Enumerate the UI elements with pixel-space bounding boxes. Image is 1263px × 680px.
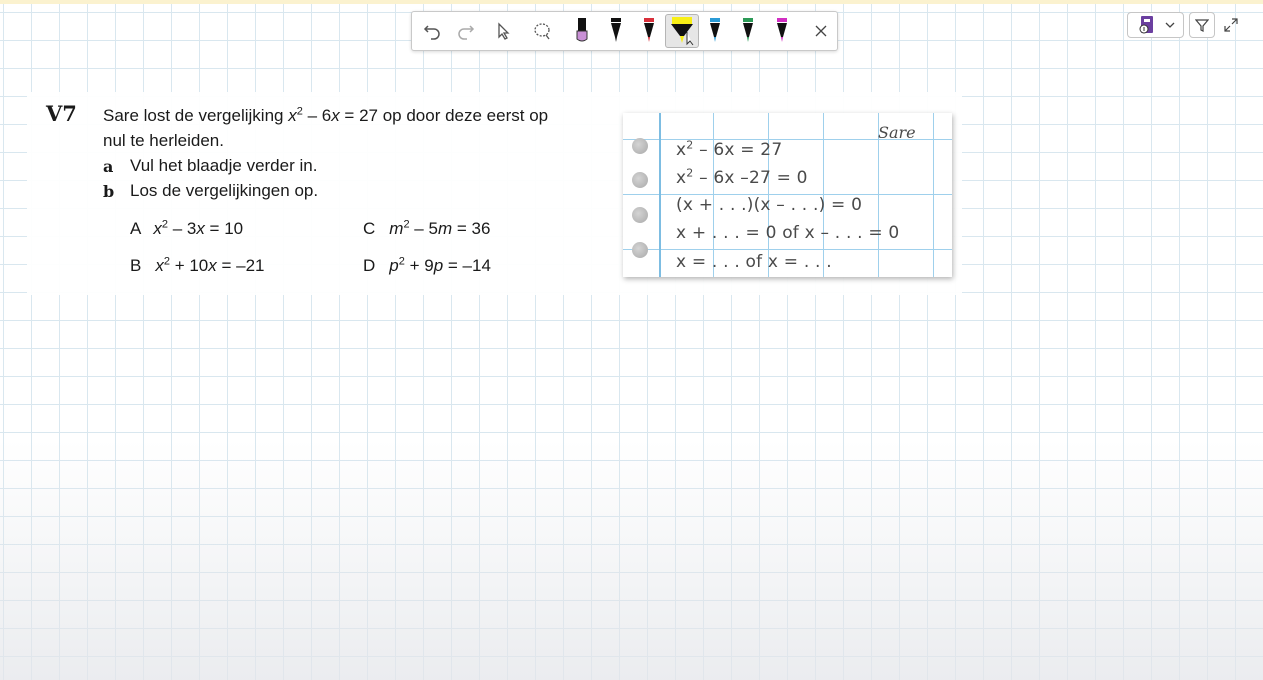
- pen-magenta-icon: [777, 18, 787, 42]
- undo-icon: [423, 25, 440, 40]
- redo-icon: [458, 25, 475, 40]
- notebook-paper-image: Sare x2 – 6x = 27 x2 – 6x –27 = 0 (x + .…: [623, 113, 952, 277]
- handwritten-variable: x: [676, 140, 687, 160]
- exercise-intro-line2: nul te herleiden.: [103, 131, 224, 150]
- equation-mid: – 5: [409, 219, 438, 238]
- margin-line: [659, 113, 661, 277]
- highlighter-yellow-icon: [671, 17, 694, 46]
- ink-toolbar: [411, 11, 838, 51]
- equation-var2: m: [437, 219, 453, 238]
- paper-line-4: x + . . . = 0 of x – . . . = 0: [676, 223, 900, 243]
- pen-green-icon: [743, 18, 753, 42]
- part-b-text: Los de vergelijkingen op.: [130, 181, 319, 200]
- expand-icon: [1224, 18, 1238, 32]
- paper-line-5: x = . . . of x = . . .: [676, 252, 832, 272]
- equation-rest: = –14: [443, 256, 491, 275]
- equation-A: Ax2 – 3x = 10: [130, 219, 243, 239]
- pen-black-button[interactable]: [604, 12, 628, 50]
- lasso-icon: [534, 23, 550, 40]
- equation-label: A: [130, 219, 142, 238]
- equation-rest: = 10: [204, 219, 244, 238]
- top-accent-strip: [0, 0, 1263, 4]
- redo-button[interactable]: [452, 12, 480, 50]
- notebook-icon: [1139, 16, 1153, 34]
- paper-line-1: x2 – 6x = 27: [676, 139, 783, 160]
- paper-line-2: x2 – 6x –27 = 0: [676, 167, 808, 188]
- handwritten-rest: – 6x –27 = 0: [693, 168, 808, 188]
- grid-line: [623, 249, 952, 250]
- equation-B: Bx2 + 10x = –21: [130, 256, 265, 276]
- punch-hole: [632, 138, 648, 154]
- equation-label: D: [363, 256, 376, 275]
- pen-green-button[interactable]: [736, 12, 760, 50]
- lasso-tool-button[interactable]: [527, 12, 557, 50]
- pen-red-icon: [644, 18, 654, 42]
- paper-line-3: (x + . . .)(x – . . .) = 0: [676, 195, 863, 215]
- punch-hole: [632, 207, 648, 223]
- intro-eq-middle: – 6: [302, 106, 332, 125]
- handwritten-variable: x: [676, 168, 687, 188]
- equation-var: x: [153, 219, 162, 238]
- part-a-letter: a: [103, 157, 114, 176]
- equation-var2: x: [208, 256, 217, 275]
- pen-lilac-icon: [576, 18, 588, 42]
- pen-blue-icon: [710, 18, 720, 42]
- equation-mid: + 9: [404, 256, 434, 275]
- equation-mid: – 3: [167, 219, 197, 238]
- equation-label: C: [363, 219, 376, 238]
- equation-rest: = 36: [452, 219, 491, 238]
- intro-eq-rest: = 27 op door deze eerst op: [339, 106, 549, 125]
- close-toolbar-button[interactable]: [808, 12, 834, 50]
- pen-blue-button[interactable]: [703, 12, 727, 50]
- equation-C: Cm2 – 5m = 36: [363, 219, 490, 239]
- intro-text: Sare lost de vergelijking: [103, 106, 289, 125]
- notebook-dropdown-button[interactable]: [1127, 12, 1184, 38]
- equation-var2: p: [433, 256, 444, 275]
- equation-var: m: [389, 219, 404, 238]
- equation-var: p: [389, 256, 399, 275]
- paper-name: Sare: [878, 123, 916, 142]
- equation-var: x: [155, 256, 164, 275]
- select-icon: [498, 22, 510, 40]
- select-tool-button[interactable]: [490, 12, 518, 50]
- equation-label: B: [130, 256, 142, 275]
- handwritten-rest: – 6x = 27: [693, 140, 783, 160]
- exercise-intro-line1: Sare lost de vergelijking x2 – 6x = 27 o…: [103, 106, 548, 126]
- expand-button[interactable]: [1222, 16, 1240, 34]
- filter-button[interactable]: [1189, 12, 1215, 38]
- part-a-text: Vul het blaadje verder in.: [130, 156, 318, 175]
- pen-magenta-button[interactable]: [770, 12, 794, 50]
- intro-variable2: x: [331, 106, 340, 125]
- chevron-down-icon: [1165, 22, 1174, 28]
- equation-D: Dp2 + 9p = –14: [363, 256, 491, 276]
- intro-variable: x: [288, 106, 297, 125]
- punch-hole: [632, 172, 648, 188]
- part-b-letter: b: [103, 182, 115, 201]
- filter-icon: [1195, 19, 1209, 32]
- exercise-number: V7: [46, 101, 77, 126]
- close-icon: [815, 25, 827, 37]
- grid-line: [933, 113, 934, 277]
- equation-rest: = –21: [216, 256, 265, 275]
- highlighter-yellow-button[interactable]: [665, 14, 699, 48]
- equation-var2: x: [196, 219, 205, 238]
- pen-lilac-button[interactable]: [570, 12, 594, 50]
- equation-mid: + 10: [169, 256, 209, 275]
- undo-button[interactable]: [418, 12, 446, 50]
- punch-hole: [632, 242, 648, 258]
- pen-black-icon: [611, 18, 621, 42]
- pen-red-button[interactable]: [637, 12, 661, 50]
